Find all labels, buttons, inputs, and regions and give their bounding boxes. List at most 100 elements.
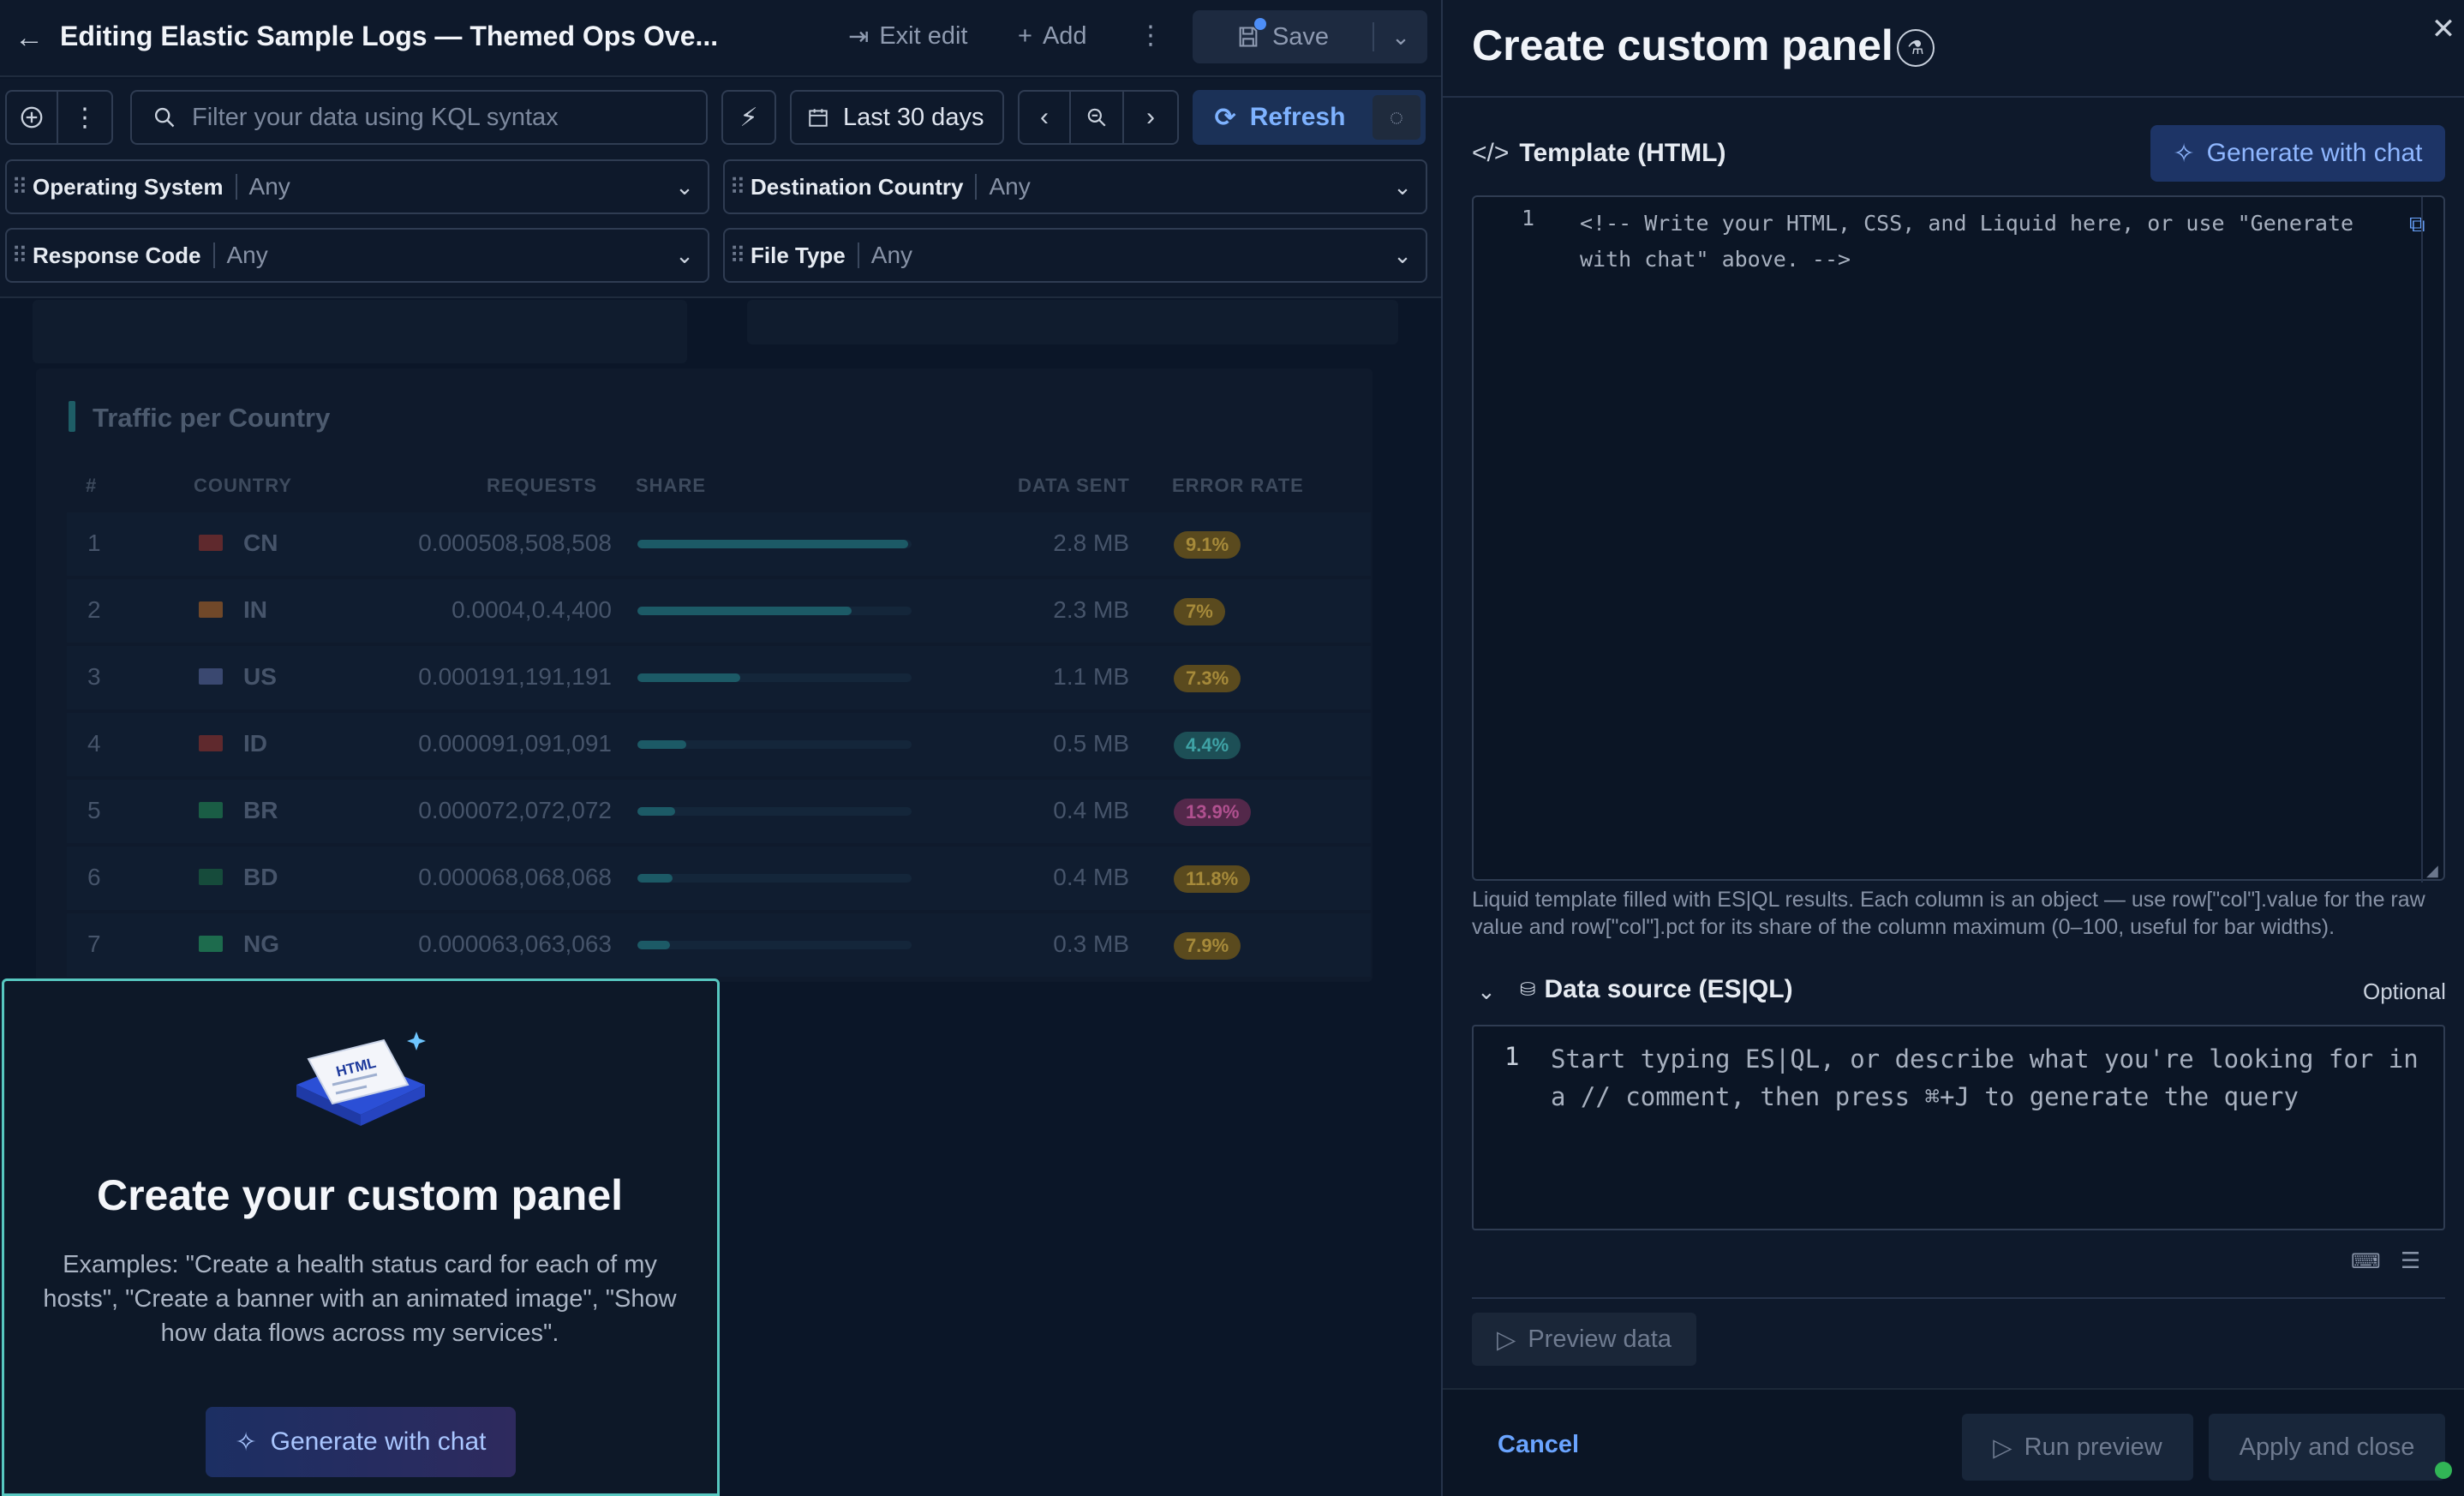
rank-cell: 2: [87, 596, 101, 623]
sparkles-icon: ✧: [235, 1427, 257, 1457]
chevron-right-icon: ›: [1146, 103, 1155, 131]
control-value: Any: [248, 173, 290, 200]
share-bar-fill: [637, 673, 740, 682]
share-bar-fill: [637, 740, 686, 749]
keyboard-icon[interactable]: ⌨: [2351, 1249, 2381, 1274]
error-rate-badge: 4.4%: [1174, 732, 1241, 759]
share-bar-track: [637, 607, 912, 615]
generate-with-chat-button[interactable]: ✧ Generate with chat: [2150, 125, 2445, 182]
rank-cell: 7: [87, 931, 101, 957]
run-preview-label: Run preview: [2024, 1433, 2162, 1461]
editor-scrollbar[interactable]: [2421, 197, 2423, 883]
flag-icon: [199, 735, 223, 751]
share-bar-fill: [637, 807, 675, 816]
control-label: Response Code: [33, 242, 215, 268]
empty-panel-title: Create your custom panel: [96, 1171, 624, 1219]
date-picker[interactable]: Last 30 days: [790, 90, 1004, 145]
requests-cell: 0.000091,091,091: [418, 730, 612, 757]
share-bar-fill: [637, 607, 852, 615]
drag-handle-icon[interactable]: ⠿: [7, 174, 33, 200]
flag-icon: [199, 668, 223, 685]
preview-data-label: Preview data: [1528, 1325, 1672, 1353]
drag-handle-icon[interactable]: ⠿: [725, 174, 751, 200]
template-label: Template (HTML): [1519, 139, 1726, 167]
add-button[interactable]: + Add: [1018, 19, 1087, 53]
data-source-toggle[interactable]: ⛁ Data source (ES|QL): [1520, 975, 1793, 1004]
rank-cell: 1: [87, 530, 101, 556]
generate-label: Generate with chat: [270, 1427, 487, 1456]
control-destination-country[interactable]: ⠿ Destination Country Any ⌄: [723, 159, 1427, 214]
refresh-icon: ⟳: [1214, 103, 1236, 132]
ghost-panel: [33, 300, 687, 363]
chevron-down-icon: ⌄: [675, 173, 694, 200]
share-bar-track: [637, 673, 912, 682]
error-rate-badge: 13.9%: [1174, 799, 1252, 826]
esql-query-editor[interactable]: 1 Start typing ES|QL, or describe what y…: [1472, 1025, 2445, 1230]
chevron-down-icon[interactable]: ⌄: [1374, 10, 1427, 63]
chevron-down-icon: ⌄: [675, 242, 694, 268]
rank-cell: 5: [87, 797, 101, 823]
beta-flask-icon[interactable]: ⚗: [1897, 29, 1935, 67]
previous-range-button[interactable]: ‹: [1018, 90, 1071, 145]
chevron-down-icon[interactable]: ⌄: [1477, 978, 1496, 1005]
search-placeholder: Filter your data using KQL syntax: [192, 103, 559, 131]
flyout-footer: Cancel ▷ Run preview Apply and close: [1443, 1388, 2464, 1496]
empty-panel-examples: Examples: "Create a health status card f…: [43, 1251, 677, 1347]
panel-accent: [69, 401, 75, 432]
control-operating-system[interactable]: ⠿ Operating System Any ⌄: [5, 159, 709, 214]
generate-label: Generate with chat: [2206, 139, 2423, 167]
resize-handle-icon[interactable]: ◢: [2426, 862, 2443, 879]
search-input[interactable]: Filter your data using KQL syntax: [130, 90, 708, 145]
drag-handle-icon[interactable]: ⠿: [7, 242, 33, 269]
flyout-header: Create custom panel ⚗ ✕: [1443, 0, 2464, 98]
divider: [1472, 1297, 2445, 1299]
template-help-text: Liquid template filled with ES|QL result…: [1472, 888, 2425, 939]
rank-cell: 6: [87, 864, 101, 890]
exit-edit-button[interactable]: ⇥ Exit edit: [848, 19, 967, 53]
query-bar: ⋮ Filter your data using KQL syntax ⚡︎ L…: [0, 79, 1441, 156]
control-value: Any: [870, 242, 913, 268]
run-preview-button[interactable]: ▷ Run preview: [1962, 1414, 2193, 1481]
next-range-button[interactable]: ›: [1124, 90, 1179, 145]
data-sent-cell: 1.1 MB: [1053, 663, 1129, 690]
word-wrap-icon[interactable]: ☰: [2401, 1248, 2420, 1274]
column-header: COUNTRY: [194, 475, 292, 496]
country-cell: BD: [243, 864, 278, 890]
apply-and-close-button[interactable]: Apply and close: [2209, 1414, 2445, 1481]
control-response-code[interactable]: ⠿ Response Code Any ⌄: [5, 228, 709, 283]
share-bar-track: [637, 740, 912, 749]
requests-cell: 0.000063,063,063: [418, 931, 612, 957]
date-range-label: Last 30 days: [843, 103, 984, 131]
back-arrow-icon[interactable]: ←: [12, 21, 46, 55]
data-sent-cell: 0.3 MB: [1053, 931, 1129, 957]
data-sent-cell: 0.5 MB: [1053, 730, 1129, 757]
share-bar-track: [637, 941, 912, 949]
exit-icon: ⇥: [848, 22, 870, 51]
add-filter-button[interactable]: [5, 90, 58, 145]
data-sent-cell: 2.8 MB: [1053, 530, 1129, 556]
refresh-button[interactable]: ⟳ Refresh: [1193, 90, 1367, 145]
control-value: Any: [226, 242, 268, 268]
refresh-label: Refresh: [1249, 103, 1346, 131]
template-code-editor[interactable]: 1 <!-- Write your HTML, CSS, and Liquid …: [1472, 195, 2445, 883]
generate-with-chat-button[interactable]: ✧ Generate with chat: [206, 1407, 516, 1477]
more-options-icon[interactable]: ⋮: [1138, 19, 1163, 53]
column-header: REQUESTS: [487, 475, 598, 496]
auto-refresh-icon[interactable]: ◌: [1373, 95, 1420, 140]
drag-handle-icon[interactable]: ⠿: [725, 242, 751, 269]
refresh-group: ⟳ Refresh ◌: [1193, 90, 1426, 145]
share-bar-fill: [637, 540, 908, 548]
share-bar-track: [637, 540, 912, 548]
cancel-button[interactable]: Cancel: [1498, 1431, 1579, 1459]
preview-data-button[interactable]: ▷ Preview data: [1472, 1313, 1696, 1366]
control-file-type[interactable]: ⠿ File Type Any ⌄: [723, 228, 1427, 283]
filter-menu-button[interactable]: ⋮: [58, 90, 113, 145]
esql-placeholder: Start typing ES|QL, or describe what you…: [1551, 1044, 2419, 1111]
close-icon[interactable]: ✕: [2426, 12, 2461, 46]
save-button[interactable]: Save: [1193, 10, 1373, 63]
quick-menu-button[interactable]: ⚡︎: [721, 90, 776, 145]
error-rate-badge: 7.9%: [1174, 932, 1241, 960]
zoom-out-button[interactable]: [1071, 90, 1124, 145]
requests-cell: 0.000508,508,508: [418, 530, 612, 556]
data-source-label: Data source (ES|QL): [1544, 975, 1793, 1003]
